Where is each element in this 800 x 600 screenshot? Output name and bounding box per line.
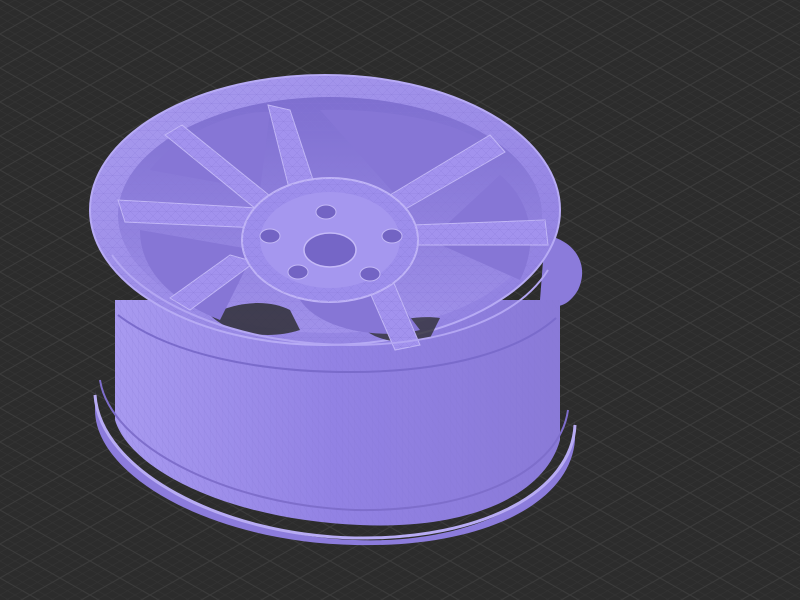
- lug-hole: [287, 264, 309, 280]
- 3d-viewport[interactable]: [0, 0, 800, 600]
- lug-hole: [381, 228, 403, 244]
- lug-hole: [359, 266, 381, 282]
- lug-hole: [315, 204, 337, 220]
- center-bore: [303, 232, 357, 268]
- viewport-canvas[interactable]: [0, 0, 800, 600]
- lug-hole: [259, 228, 281, 244]
